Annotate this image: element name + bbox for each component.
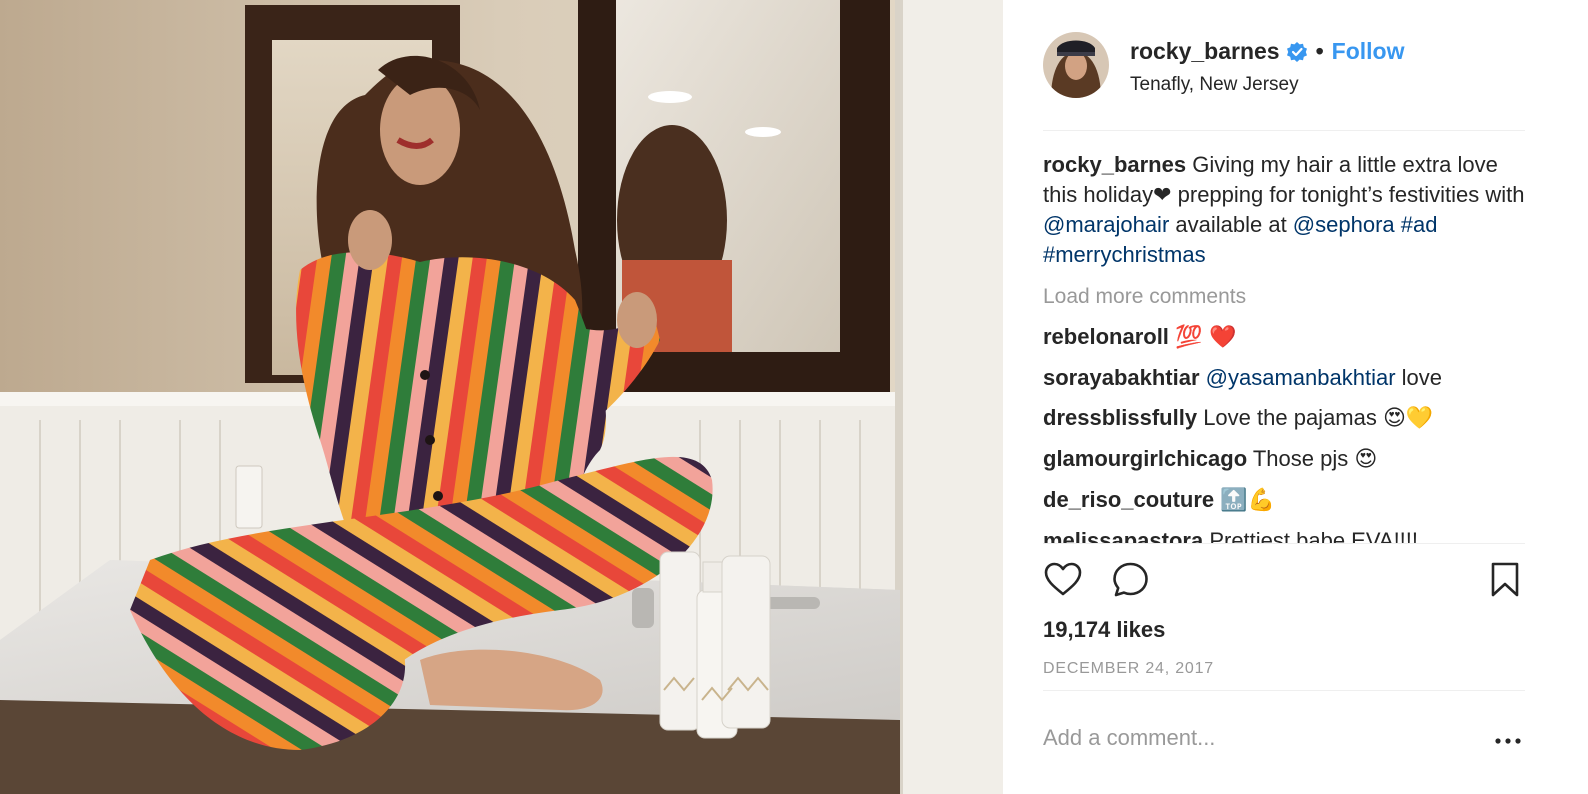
header-user-line: rocky_barnes • Follow [1130, 38, 1404, 65]
header-username[interactable]: rocky_barnes [1130, 38, 1280, 65]
post-details-panel: rocky_barnes • Follow Tenafly, New Jerse… [1003, 0, 1588, 794]
comments-list[interactable]: rocky_barnes Giving my hair a little ext… [1043, 150, 1533, 543]
follow-button[interactable]: Follow [1332, 38, 1405, 65]
likes-count[interactable]: 19,174 likes [1043, 617, 1165, 643]
bookmark-icon[interactable] [1485, 560, 1527, 602]
divider [1043, 543, 1525, 544]
comment: rebelonaroll 💯 ❤️ [1043, 322, 1533, 353]
comment: glamourgirlchicago Those pjs 😍 [1043, 444, 1533, 475]
post-actions [1043, 560, 1525, 604]
ellipsis-icon[interactable] [1493, 726, 1523, 756]
heart-eyes-emoji-icon: 😍💛 [1382, 406, 1434, 431]
mention-link[interactable]: @marajohair [1043, 212, 1169, 237]
comment-text: love [1395, 365, 1443, 390]
comment-bubble-icon[interactable] [1111, 560, 1153, 602]
avatar[interactable] [1043, 32, 1109, 98]
post-caption: rocky_barnes Giving my hair a little ext… [1043, 150, 1533, 270]
comment-text: Love the pajamas [1197, 405, 1383, 430]
post-header: rocky_barnes • Follow Tenafly, New Jerse… [1043, 30, 1525, 131]
comment-username[interactable]: melissapastora [1043, 528, 1203, 543]
heart-emoji-icon: ❤ [1153, 182, 1172, 207]
load-more-comments-button[interactable]: Load more comments [1043, 282, 1533, 312]
caption-username[interactable]: rocky_barnes [1043, 152, 1186, 177]
verified-badge-icon [1286, 41, 1308, 63]
comment: dressblissfully Love the pajamas 😍💛 [1043, 403, 1533, 434]
comment-username[interactable]: de_riso_couture [1043, 487, 1214, 512]
separator-dot: • [1315, 38, 1324, 64]
mention-link[interactable]: @sephora [1293, 212, 1395, 237]
comment: sorayabakhtiar @yasamanbakhtiar love [1043, 363, 1533, 393]
hundred-heart-emoji-icon: 💯 ❤️ [1175, 325, 1237, 350]
hashtag-link[interactable]: #ad [1401, 212, 1438, 237]
comment-username[interactable]: rebelonaroll [1043, 324, 1169, 349]
caption-text: available at [1169, 212, 1293, 237]
top-flex-emoji-icon: 🔝💪 [1220, 488, 1276, 513]
divider [1043, 690, 1525, 691]
comment-text: Those pjs [1247, 446, 1355, 471]
mention-link[interactable]: @yasamanbakhtiar [1206, 365, 1396, 390]
hashtag-link[interactable]: #merrychristmas [1043, 242, 1206, 267]
comment-username[interactable]: sorayabakhtiar [1043, 365, 1200, 390]
comment: melissapastora Prettiest babe EVA!!!! [1043, 526, 1533, 543]
post-date[interactable]: DECEMBER 24, 2017 [1043, 660, 1214, 678]
add-comment-input[interactable] [1043, 718, 1443, 758]
heart-eyes-emoji-icon: 😍 [1354, 447, 1378, 472]
post-photo[interactable] [0, 0, 1003, 794]
heart-outline-icon[interactable] [1043, 560, 1085, 602]
location-link[interactable]: Tenafly, New Jersey [1130, 74, 1299, 96]
comment-text: Prettiest babe EVA!!!! [1203, 528, 1419, 543]
comment-username[interactable]: dressblissfully [1043, 405, 1197, 430]
instagram-post: rocky_barnes • Follow Tenafly, New Jerse… [0, 0, 1588, 794]
comment-username[interactable]: glamourgirlchicago [1043, 446, 1247, 471]
caption-text: prepping for tonight’s festivities with [1171, 182, 1525, 207]
comment: de_riso_couture 🔝💪 [1043, 485, 1533, 516]
